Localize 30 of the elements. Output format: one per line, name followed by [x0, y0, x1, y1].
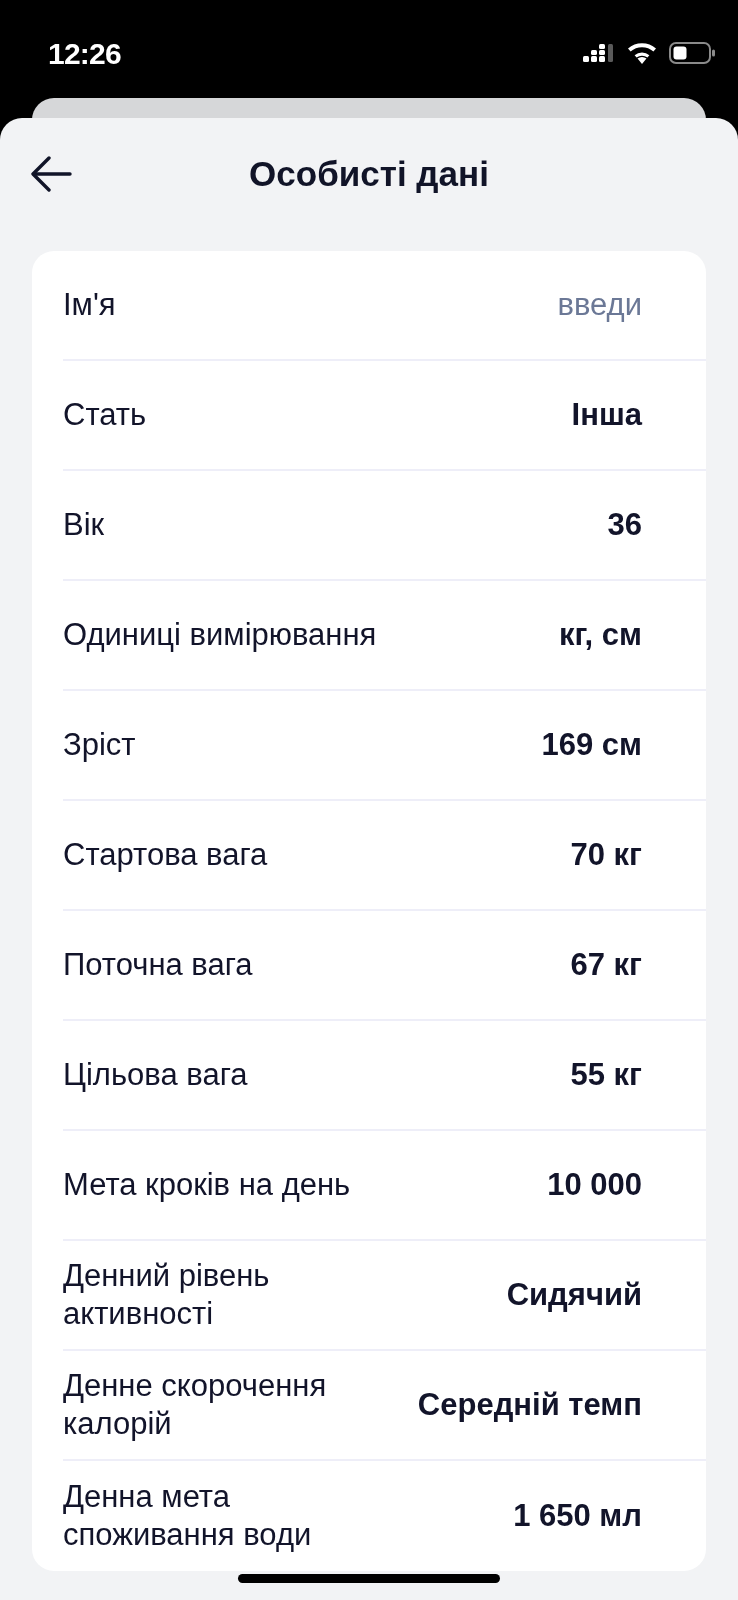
field-value: 1 650 мл [513, 1497, 642, 1535]
field-label: Денний рівень активності [63, 1257, 270, 1333]
field-value: 169 см [541, 726, 642, 764]
field-label: Денне скорочення калорій [63, 1367, 327, 1443]
page-title: Особисті дані [248, 152, 490, 195]
field-label: Мета кроків на день [63, 1166, 351, 1204]
field-label: Цільова вага [63, 1056, 248, 1094]
field-value: Сидячий [506, 1276, 642, 1314]
field-value: 70 кг [570, 836, 642, 874]
battery-icon [669, 42, 715, 64]
field-label: Ім'я [63, 286, 116, 324]
field-value: 10 000 [547, 1166, 642, 1204]
field-label: Стартова вага [63, 836, 268, 874]
field-value: 36 [607, 506, 642, 544]
field-label: Одиниці вимірювання [63, 616, 377, 654]
status-time: 12:26 [48, 35, 121, 72]
field-label: Стать [63, 396, 147, 434]
field-value: 67 кг [570, 946, 642, 984]
field-label: Поточна вага [63, 946, 253, 984]
field-label: Зріст [63, 726, 136, 764]
wifi-icon [627, 42, 657, 64]
field-label: Вік [63, 506, 105, 544]
field-value: кг, см [558, 616, 642, 654]
field-label: Денна мета споживання води [63, 1478, 312, 1554]
field-value: 55 кг [570, 1056, 642, 1094]
field-value: Інша [571, 396, 642, 434]
name-input[interactable]: введи [557, 286, 642, 324]
signal-icon [583, 44, 615, 62]
back-button[interactable] [31, 156, 72, 192]
field-value: Середній темп [417, 1386, 642, 1424]
